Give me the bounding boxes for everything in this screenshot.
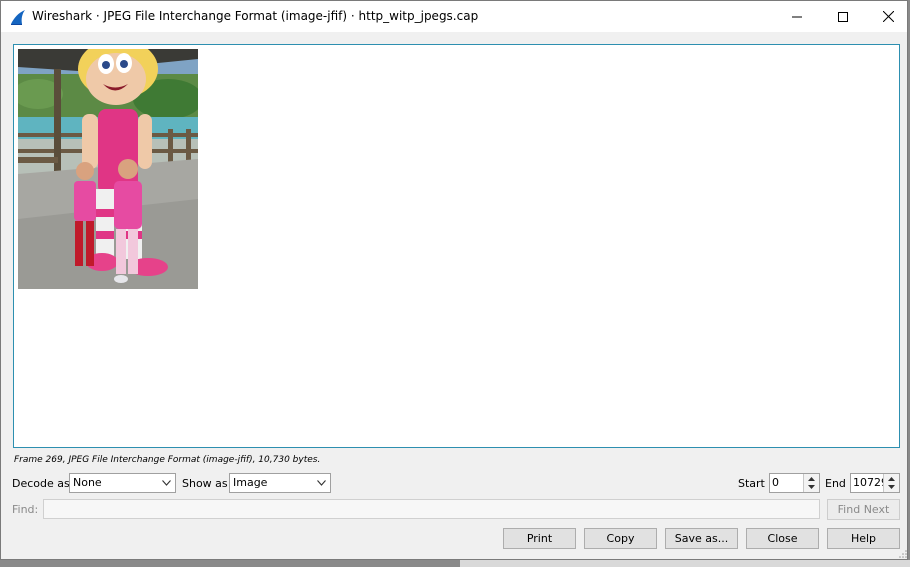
wireshark-fin-icon [11, 10, 25, 25]
decode-as-value: None [73, 476, 102, 489]
jpeg-photo [18, 49, 198, 289]
close-icon [882, 11, 894, 22]
frame-info-text: Frame 269, JPEG File Interchange Format … [14, 455, 321, 465]
start-value: 0 [772, 476, 779, 489]
spin-up-down-icon [888, 477, 895, 489]
copy-button[interactable]: Copy [584, 528, 657, 549]
image-viewer-pane[interactable] [13, 44, 900, 448]
spin-up-down-icon [808, 477, 815, 489]
title-bar[interactable]: Wireshark · JPEG File Interchange Format… [1, 1, 907, 32]
start-spinbox[interactable]: 0 [769, 473, 820, 493]
find-input[interactable] [43, 499, 820, 519]
help-button[interactable]: Help [827, 528, 900, 549]
print-button[interactable]: Print [503, 528, 576, 549]
start-spin-arrows[interactable] [803, 474, 819, 492]
save-as-button[interactable]: Save as... [665, 528, 738, 549]
chevron-down-icon [162, 480, 171, 486]
show-as-label: Show as [182, 477, 228, 490]
find-next-button[interactable]: Find Next [827, 499, 900, 520]
end-label: End [825, 477, 846, 490]
background-window-strip [460, 560, 910, 567]
chevron-down-icon [317, 480, 326, 486]
resize-grip-icon[interactable] [899, 550, 907, 558]
end-spinbox[interactable]: 10729 [850, 473, 900, 493]
close-button[interactable]: Close [746, 528, 819, 549]
end-spin-arrows[interactable] [883, 474, 899, 492]
maximize-icon [838, 11, 848, 22]
start-label: Start [738, 477, 765, 490]
follow-stream-dialog: Wireshark · JPEG File Interchange Format… [0, 0, 908, 560]
window-title: Wireshark · JPEG File Interchange Format… [32, 9, 479, 23]
decode-as-combobox[interactable]: None [69, 473, 176, 493]
show-as-combobox[interactable]: Image [229, 473, 331, 493]
show-as-value: Image [233, 476, 268, 489]
close-window-button[interactable] [865, 1, 910, 32]
minimize-icon [792, 16, 802, 17]
find-label: Find: [12, 503, 39, 516]
maximize-button[interactable] [820, 1, 866, 32]
minimize-button[interactable] [774, 1, 820, 32]
decode-as-label: Decode as [12, 477, 70, 490]
